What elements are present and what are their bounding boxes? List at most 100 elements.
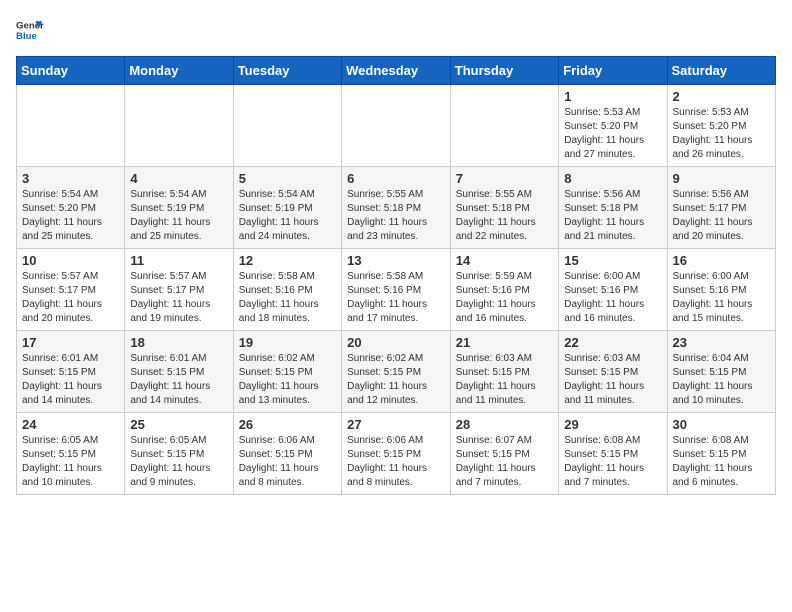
day-number: 30: [673, 417, 771, 432]
day-info: Sunrise: 5:59 AM Sunset: 5:16 PM Dayligh…: [456, 270, 553, 326]
logo-icon: General Blue: [16, 16, 44, 44]
day-info: Sunrise: 6:01 AM Sunset: 5:15 PM Dayligh…: [22, 352, 119, 408]
calendar-cell: 6 Sunrise: 5:55 AM Sunset: 5:18 PM Daylig…: [342, 167, 451, 249]
day-info: Sunrise: 5:53 AM Sunset: 5:20 PM Dayligh…: [673, 106, 771, 162]
calendar-cell: 4Sunrise: 5:54 AM Sunset: 5:19 PM Daylig…: [125, 167, 233, 249]
calendar-cell: 25 Sunrise: 6:05 AM Sunset: 5:15 PM Dayli…: [125, 413, 233, 495]
day-number: 5: [239, 171, 336, 186]
calendar-cell: [17, 85, 125, 167]
day-number: 25: [130, 417, 227, 432]
day-number: 13: [347, 253, 445, 268]
weekday-header-tuesday: Tuesday: [233, 57, 341, 85]
calendar-week-1: 1Sunrise: 5:53 AM Sunset: 5:20 PM Daylig…: [17, 85, 776, 167]
day-number: 20: [347, 335, 445, 350]
calendar-cell: 21Sunrise: 6:03 AM Sunset: 5:15 PM Dayli…: [450, 331, 558, 413]
calendar-cell: 9Sunrise: 5:56 AM Sunset: 5:17 PM Daylig…: [667, 167, 776, 249]
day-info: Sunrise: 6:06 AM Sunset: 5:15 PM Dayligh…: [239, 434, 336, 490]
calendar-cell: 20 Sunrise: 6:02 AM Sunset: 5:15 PM Dayli…: [342, 331, 451, 413]
day-number: 7: [456, 171, 553, 186]
day-info: Sunrise: 6:00 AM Sunset: 5:16 PM Dayligh…: [564, 270, 661, 326]
day-info: Sunrise: 6:03 AM Sunset: 5:15 PM Dayligh…: [456, 352, 553, 408]
calendar-cell: 18 Sunrise: 6:01 AM Sunset: 5:15 PM Dayli…: [125, 331, 233, 413]
day-info: Sunrise: 6:05 AM Sunset: 5:15 PM Dayligh…: [130, 434, 227, 490]
day-number: 4: [130, 171, 227, 186]
day-number: 24: [22, 417, 119, 432]
day-number: 15: [564, 253, 661, 268]
day-number: 8: [564, 171, 661, 186]
calendar-cell: 24Sunrise: 6:05 AM Sunset: 5:15 PM Dayli…: [17, 413, 125, 495]
day-number: 29: [564, 417, 661, 432]
calendar-cell: 14 Sunrise: 5:59 AM Sunset: 5:16 PM Dayli…: [450, 249, 558, 331]
calendar-week-3: 10 Sunrise: 5:57 AM Sunset: 5:17 PM Dayli…: [17, 249, 776, 331]
calendar-cell: 11Sunrise: 5:57 AM Sunset: 5:17 PM Dayli…: [125, 249, 233, 331]
calendar-cell: 28Sunrise: 6:07 AM Sunset: 5:15 PM Dayli…: [450, 413, 558, 495]
calendar-cell: 19 Sunrise: 6:02 AM Sunset: 5:15 PM Dayli…: [233, 331, 341, 413]
calendar-header-row: SundayMondayTuesdayWednesdayThursdayFrid…: [17, 57, 776, 85]
calendar-week-2: 3 Sunrise: 5:54 AM Sunset: 5:20 PM Daylig…: [17, 167, 776, 249]
calendar-cell: 2 Sunrise: 5:53 AM Sunset: 5:20 PM Daylig…: [667, 85, 776, 167]
weekday-header-saturday: Saturday: [667, 57, 776, 85]
svg-text:Blue: Blue: [16, 31, 37, 42]
day-info: Sunrise: 6:03 AM Sunset: 5:15 PM Dayligh…: [564, 352, 661, 408]
day-info: Sunrise: 5:57 AM Sunset: 5:17 PM Dayligh…: [130, 270, 227, 326]
weekday-header-thursday: Thursday: [450, 57, 558, 85]
calendar-cell: 23 Sunrise: 6:04 AM Sunset: 5:15 PM Dayli…: [667, 331, 776, 413]
calendar-cell: 17 Sunrise: 6:01 AM Sunset: 5:15 PM Dayli…: [17, 331, 125, 413]
day-info: Sunrise: 5:55 AM Sunset: 5:18 PM Dayligh…: [456, 188, 553, 244]
day-number: 23: [673, 335, 771, 350]
day-number: 6: [347, 171, 445, 186]
calendar-cell: 30 Sunrise: 6:08 AM Sunset: 5:15 PM Dayli…: [667, 413, 776, 495]
calendar-cell: 26 Sunrise: 6:06 AM Sunset: 5:15 PM Dayli…: [233, 413, 341, 495]
calendar-cell: 29 Sunrise: 6:08 AM Sunset: 5:15 PM Dayli…: [559, 413, 667, 495]
day-number: 10: [22, 253, 119, 268]
calendar-cell: 15 Sunrise: 6:00 AM Sunset: 5:16 PM Dayli…: [559, 249, 667, 331]
day-info: Sunrise: 6:01 AM Sunset: 5:15 PM Dayligh…: [130, 352, 227, 408]
day-info: Sunrise: 6:07 AM Sunset: 5:15 PM Dayligh…: [456, 434, 553, 490]
day-info: Sunrise: 5:56 AM Sunset: 5:18 PM Dayligh…: [564, 188, 661, 244]
weekday-header-sunday: Sunday: [17, 57, 125, 85]
calendar-cell: [233, 85, 341, 167]
day-number: 14: [456, 253, 553, 268]
day-number: 22: [564, 335, 661, 350]
day-info: Sunrise: 5:58 AM Sunset: 5:16 PM Dayligh…: [347, 270, 445, 326]
day-number: 9: [673, 171, 771, 186]
day-info: Sunrise: 5:57 AM Sunset: 5:17 PM Dayligh…: [22, 270, 119, 326]
day-number: 12: [239, 253, 336, 268]
day-info: Sunrise: 5:54 AM Sunset: 5:19 PM Dayligh…: [239, 188, 336, 244]
calendar-cell: 10 Sunrise: 5:57 AM Sunset: 5:17 PM Dayli…: [17, 249, 125, 331]
calendar-cell: 1Sunrise: 5:53 AM Sunset: 5:20 PM Daylig…: [559, 85, 667, 167]
page-header: General Blue: [16, 16, 776, 44]
weekday-header-monday: Monday: [125, 57, 233, 85]
day-info: Sunrise: 6:02 AM Sunset: 5:15 PM Dayligh…: [239, 352, 336, 408]
calendar-table: SundayMondayTuesdayWednesdayThursdayFrid…: [16, 56, 776, 495]
calendar-cell: 13 Sunrise: 5:58 AM Sunset: 5:16 PM Dayli…: [342, 249, 451, 331]
day-info: Sunrise: 6:08 AM Sunset: 5:15 PM Dayligh…: [564, 434, 661, 490]
calendar-cell: 22 Sunrise: 6:03 AM Sunset: 5:15 PM Dayli…: [559, 331, 667, 413]
day-info: Sunrise: 6:06 AM Sunset: 5:15 PM Dayligh…: [347, 434, 445, 490]
calendar-cell: 7 Sunrise: 5:55 AM Sunset: 5:18 PM Daylig…: [450, 167, 558, 249]
day-number: 26: [239, 417, 336, 432]
day-info: Sunrise: 5:53 AM Sunset: 5:20 PM Dayligh…: [564, 106, 661, 162]
day-info: Sunrise: 5:54 AM Sunset: 5:20 PM Dayligh…: [22, 188, 119, 244]
day-number: 3: [22, 171, 119, 186]
day-number: 27: [347, 417, 445, 432]
day-info: Sunrise: 5:55 AM Sunset: 5:18 PM Dayligh…: [347, 188, 445, 244]
calendar-week-5: 24 Sunrise: 6:05 AM Sunset: 5:15 PM Dayli…: [17, 413, 776, 495]
day-info: Sunrise: 6:04 AM Sunset: 5:15 PM Dayligh…: [673, 352, 771, 408]
day-number: 19: [239, 335, 336, 350]
day-info: Sunrise: 6:08 AM Sunset: 5:15 PM Dayligh…: [673, 434, 771, 490]
calendar-cell: 12 Sunrise: 5:58 AM Sunset: 5:16 PM Dayli…: [233, 249, 341, 331]
day-number: 2: [673, 89, 771, 104]
day-number: 17: [22, 335, 119, 350]
day-info: Sunrise: 6:00 AM Sunset: 5:16 PM Dayligh…: [673, 270, 771, 326]
logo: General Blue: [16, 16, 44, 44]
calendar-cell: 5 Sunrise: 5:54 AM Sunset: 5:19 PM Daylig…: [233, 167, 341, 249]
day-info: Sunrise: 6:02 AM Sunset: 5:15 PM Dayligh…: [347, 352, 445, 408]
weekday-header-wednesday: Wednesday: [342, 57, 451, 85]
day-number: 18: [130, 335, 227, 350]
calendar-cell: 16 Sunrise: 6:00 AM Sunset: 5:16 PM Dayli…: [667, 249, 776, 331]
day-info: Sunrise: 5:58 AM Sunset: 5:16 PM Dayligh…: [239, 270, 336, 326]
calendar-cell: [342, 85, 451, 167]
day-number: 16: [673, 253, 771, 268]
calendar-week-4: 17 Sunrise: 6:01 AM Sunset: 5:15 PM Dayli…: [17, 331, 776, 413]
